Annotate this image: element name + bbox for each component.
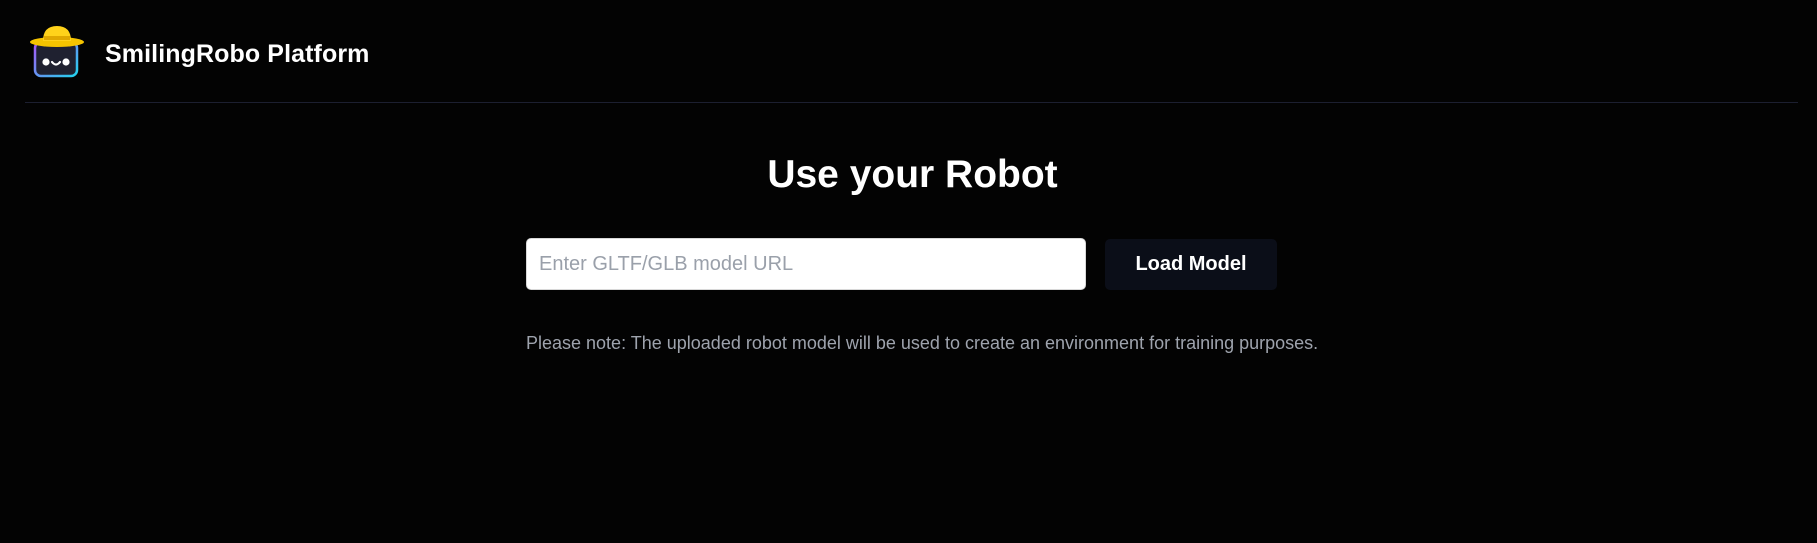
page-title: Use your Robot xyxy=(767,153,1058,196)
page: SmilingRobo Platform Use your Robot Load… xyxy=(0,0,1817,543)
robot-with-hat-icon[interactable] xyxy=(29,22,85,78)
load-model-button[interactable]: Load Model xyxy=(1105,239,1277,290)
model-url-input[interactable] xyxy=(526,238,1086,290)
upload-note: Please note: The uploaded robot model wi… xyxy=(526,333,1319,353)
top-header: SmilingRobo Platform xyxy=(25,0,1798,103)
brand-title[interactable]: SmilingRobo Platform xyxy=(105,40,370,69)
